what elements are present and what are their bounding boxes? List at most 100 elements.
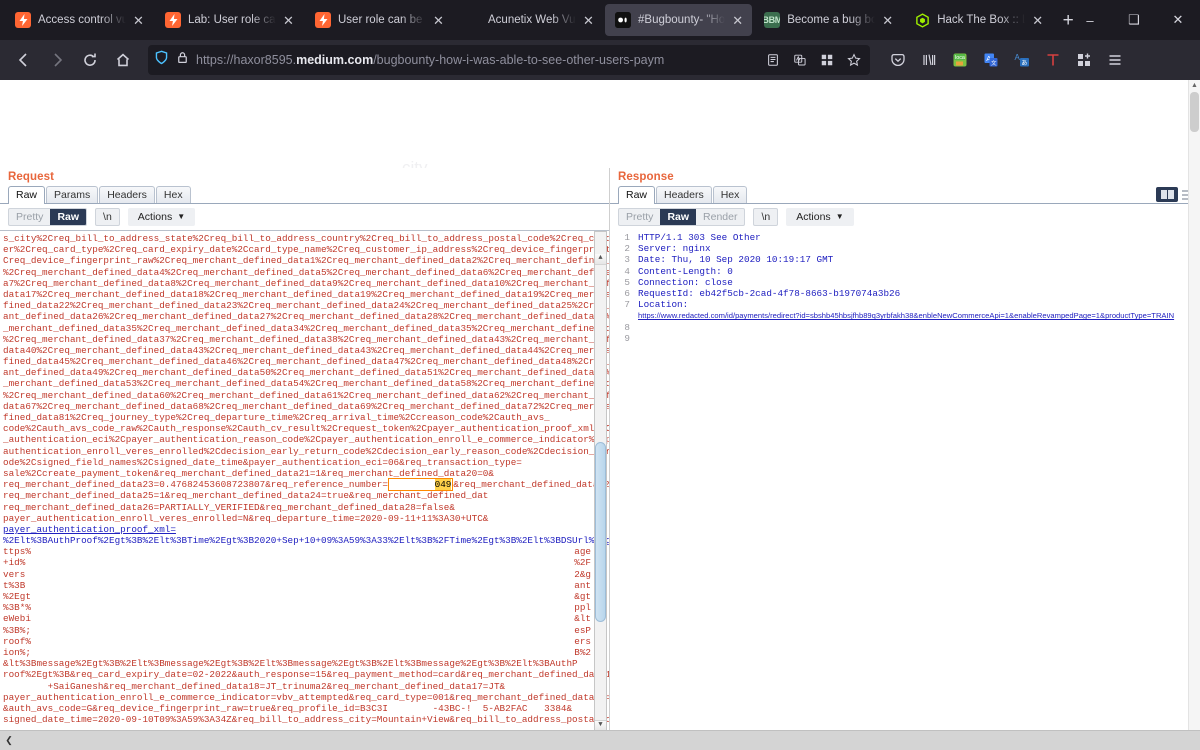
code-line: ion%; B%2 [3, 646, 591, 658]
tab-close-icon[interactable]: ✕ [1032, 14, 1044, 27]
hackthebox-icon [914, 12, 930, 28]
chevron-down-icon: ▼ [835, 212, 844, 221]
code-line-right-fragment: %2F [574, 557, 591, 569]
tab-close-icon[interactable]: ✕ [882, 14, 894, 27]
page-horizontal-scrollbar[interactable]: ❮ [0, 730, 1200, 750]
code-line: HTTP/1.1 303 See Other [638, 232, 761, 243]
view-pretty[interactable]: Pretty [9, 209, 50, 225]
code-line: payer_authentication_enroll_e_commerce_i… [3, 691, 609, 703]
forward-button[interactable] [41, 45, 72, 76]
view-raw[interactable]: Raw [50, 209, 87, 225]
browser-tab-3[interactable]: Acunetix Web Vulnera ✕ [455, 4, 603, 36]
tab-headers[interactable]: Headers [99, 186, 155, 203]
newline-button[interactable]: \n [95, 208, 120, 226]
line-number: 4 [624, 265, 630, 277]
back-button[interactable] [8, 45, 39, 76]
view-render[interactable]: Render [696, 209, 744, 225]
page-scroll-left-arrow[interactable]: ❮ [0, 735, 18, 746]
translate-icon[interactable] [790, 50, 810, 70]
bookmark-star-icon[interactable] [844, 50, 864, 70]
request-vertical-scrollbar[interactable]: ▲ ▼ [594, 231, 607, 730]
page-vertical-scrollbar[interactable]: ▲ [1188, 80, 1200, 730]
page-scroll-track[interactable] [18, 731, 1200, 750]
code-line: +id% %2F [3, 557, 591, 569]
minimize-button[interactable]: – [1068, 0, 1112, 40]
url-text[interactable]: https://haxor8595.medium.com/bugbounty-h… [196, 53, 756, 67]
firefox-browser-window: Access control vul ✕ Lab: User role can … [0, 0, 1200, 750]
code-line: _merchant_defined_data53%2Creq_merchant_… [3, 378, 609, 390]
tab-params[interactable]: Params [46, 186, 99, 203]
browser-tab-2[interactable]: User role can be m ✕ [305, 4, 453, 36]
reader-view-icon[interactable] [763, 50, 783, 70]
scroll-down-arrow[interactable]: ▼ [595, 720, 606, 730]
page-scroll-up-arrow[interactable]: ▲ [1189, 80, 1200, 92]
response-body-editor[interactable]: 1234567 89 HTTP/1.1 303 See Other Server: … [610, 230, 1200, 730]
tab-raw[interactable]: Raw [618, 186, 656, 204]
tab-raw[interactable]: Raw [8, 186, 46, 204]
code-line: RequestId: eb42f5cb-2cad-4f78-8663-b1970… [638, 287, 901, 299]
lock-icon[interactable] [176, 50, 189, 70]
translate-ext-icon[interactable]: A文 [977, 46, 1005, 74]
library-icon[interactable] [915, 46, 943, 74]
tab-close-icon[interactable]: ✕ [133, 14, 145, 27]
browser-tab-6[interactable]: Hack The Box :: Lo ✕ [904, 4, 1052, 36]
request-actions-button[interactable]: Actions ▼ [127, 208, 196, 226]
line-number: 3 [624, 254, 630, 266]
response-view-toggle[interactable]: Pretty Raw Render [618, 208, 746, 226]
maximize-button[interactable]: ❑ [1112, 0, 1156, 40]
tab-title: Acunetix Web Vulnera [488, 14, 576, 26]
browser-tab-0[interactable]: Access control vul ✕ [5, 4, 153, 36]
code-line: _merchant_defined_data35%2Creq_merchant_… [3, 322, 609, 334]
line-number: 1 [624, 232, 630, 243]
code-line: signed_date_time=2020-09-10T09%3A59%3A34… [3, 714, 609, 726]
svg-text:loca: loca [955, 55, 965, 61]
browser-tab-4[interactable]: #Bugbounty- "Ho ✕ [605, 4, 753, 36]
selected-reference-digits: 049 [434, 479, 452, 491]
close-window-button[interactable]: ✕ [1156, 0, 1200, 40]
code-line: s_city%2Creq_bill_to_address_state%2Creq… [3, 233, 609, 244]
code-line: authentication_enroll_veres_enrolled%2Cd… [3, 445, 609, 457]
code-line: ant_defined_data49%2Creq_merchant_define… [3, 367, 609, 379]
code-line: fined_data45%2Creq_merchant_defined_data… [3, 356, 609, 368]
localizer-icon[interactable]: loca [946, 46, 974, 74]
newline-button[interactable]: \n [753, 208, 779, 226]
extensions-grid-icon[interactable] [817, 50, 837, 70]
response-actions-button[interactable]: Actions ▼ [786, 208, 854, 226]
code-line-right-fragment: ers [574, 635, 591, 647]
scroll-up-arrow[interactable]: ▲ [595, 254, 606, 266]
tracking-shield-icon[interactable] [154, 50, 169, 70]
view-pretty[interactable]: Pretty [619, 209, 660, 225]
browser-tab-5[interactable]: BBM Become a bug bo ✕ [754, 4, 902, 36]
tab-headers[interactable]: Headers [656, 186, 712, 203]
translate-az-icon[interactable]: Aあ [1008, 46, 1036, 74]
tab-close-icon[interactable]: ✕ [583, 14, 595, 27]
tab-hex[interactable]: Hex [155, 186, 191, 203]
code-line: Creq_device_fingerprint_raw%2Creq_mercha… [3, 255, 609, 267]
request-tab-row: Raw Params Headers Hex [0, 183, 609, 204]
text-tool-icon[interactable] [1039, 46, 1067, 74]
pocket-icon[interactable] [884, 46, 912, 74]
split-vertical-layout-button[interactable] [1156, 187, 1178, 202]
request-body-editor[interactable]: s_city%2Creq_bill_to_address_state%2Creq… [0, 230, 609, 730]
add-extension-icon[interactable] [1070, 46, 1098, 74]
app-menu-icon[interactable] [1101, 46, 1129, 74]
code-line[interactable]: https://www.redacted.com/id/payments/red… [638, 310, 1186, 321]
tab-close-icon[interactable]: ✕ [732, 14, 744, 27]
actions-label: Actions [137, 211, 173, 223]
code-line: Date: Thu, 10 Sep 2020 10:19:17 GMT [638, 254, 834, 266]
line-number: 7 [624, 299, 630, 311]
page-scroll-thumb[interactable] [1190, 92, 1199, 132]
browser-tab-1[interactable]: Lab: User role can ✕ [155, 4, 303, 36]
tab-close-icon[interactable]: ✕ [283, 14, 295, 27]
address-bar[interactable]: https://haxor8595.medium.com/bugbounty-h… [148, 45, 870, 75]
code-line: req_merchant_defined_data23=0.4768245360… [3, 478, 609, 492]
scroll-thumb[interactable] [595, 442, 606, 622]
svg-text:あ: あ [1021, 60, 1027, 67]
request-view-toggle[interactable]: Pretty Raw [8, 208, 88, 226]
home-button[interactable] [107, 45, 138, 76]
tab-close-icon[interactable]: ✕ [433, 14, 445, 27]
tab-title: #Bugbounty- "Ho [638, 14, 726, 26]
reload-button[interactable] [74, 45, 105, 76]
tab-hex[interactable]: Hex [712, 186, 748, 203]
view-raw[interactable]: Raw [660, 209, 697, 225]
